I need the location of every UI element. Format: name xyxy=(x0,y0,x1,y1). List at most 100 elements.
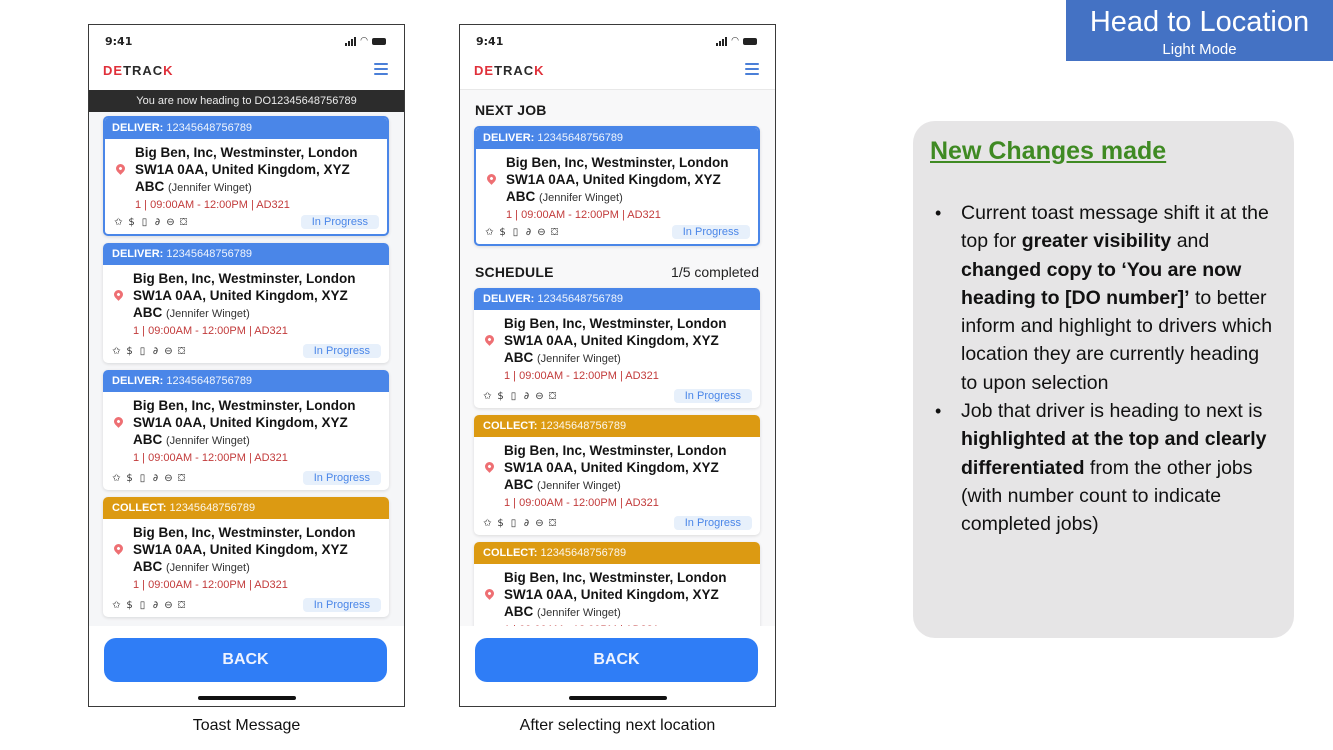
dollar-icon: $ xyxy=(126,346,133,357)
job-id: 12345648756789 xyxy=(166,122,253,134)
back-button[interactable]: BACK xyxy=(104,638,387,682)
package-icon: ⛋ xyxy=(177,600,186,611)
back-button[interactable]: BACK xyxy=(475,638,758,682)
detrack-logo: DETRACK xyxy=(474,63,545,78)
job-card-collect[interactable]: COLLECT: 12345648756789 Big Ben, Inc, Wes… xyxy=(474,415,760,535)
job-meta: 1 | 09:00AM - 12:00PM | AD321 xyxy=(133,579,288,591)
job-type-header: DELIVER: 12345648756789 xyxy=(476,128,758,149)
chat-icon: ⊖ xyxy=(166,217,175,228)
status-badge: In Progress xyxy=(671,225,750,239)
job-card-deliver[interactable]: DELIVER: 12345648756789 Big Ben, Inc, Wes… xyxy=(474,288,760,408)
location-pin-icon xyxy=(112,288,125,301)
wifi-icon: ◠ xyxy=(731,36,739,46)
job-icons: ✩ $ ▯ ∂ ⊖ ⛋ xyxy=(113,217,189,228)
caption-after-selecting: After selecting next location xyxy=(519,717,716,734)
job-id: 12345648756789 xyxy=(169,502,256,514)
status-badge: In Progress xyxy=(302,598,381,612)
battery-icon xyxy=(372,38,386,45)
job-icons: ✩ $ ▯ ∂ ⊖ ⛋ xyxy=(484,227,560,238)
job-list[interactable]: NEXT JOB SCHEDULE 1/5 completed DELIVER:… xyxy=(460,89,775,626)
battery-icon xyxy=(743,38,757,45)
job-icons: ✩ $ ▯ ∂ ⊖ ⛋ xyxy=(482,391,558,402)
job-card-deliver[interactable]: DELIVER: 12345648756789 Big Ben, Inc, Wes… xyxy=(103,243,389,363)
job-meta: 1 | 09:00AM - 12:00PM | AD321 xyxy=(135,199,290,211)
phone-icon: ▯ xyxy=(510,518,517,529)
package-icon: ⛋ xyxy=(179,217,188,228)
job-address: Big Ben, Inc, Westminster, London SW1A 0A… xyxy=(133,398,356,447)
job-type-label: COLLECT: xyxy=(483,547,541,559)
status-badge: In Progress xyxy=(673,389,752,403)
status-bar: 9:41 ◠ xyxy=(89,25,404,59)
location-pin-icon xyxy=(483,587,496,600)
job-contact: (Jennifer Winget) xyxy=(168,182,252,194)
pin-icon: ✩ xyxy=(112,346,121,357)
package-icon: ⛋ xyxy=(548,391,557,402)
job-card-collect[interactable]: COLLECT: 12345648756789 Big Ben, Inc, Wes… xyxy=(474,542,760,626)
changes-list: Current toast message shift it at the to… xyxy=(933,199,1278,539)
phone-icon: ▯ xyxy=(512,227,519,238)
job-meta: 1 | 09:00AM - 12:00PM | AD321 xyxy=(504,370,659,382)
location-pin-icon xyxy=(112,415,125,428)
job-list[interactable]: DELIVER: 12345648756789 Big Ben, Inc, Wes… xyxy=(89,112,404,626)
attachment-icon: ∂ xyxy=(152,473,159,484)
job-contact: (Jennifer Winget) xyxy=(166,562,250,574)
detrack-logo: DETRACK xyxy=(103,63,174,78)
pin-icon: ✩ xyxy=(114,217,123,228)
job-type-label: DELIVER: xyxy=(112,248,167,260)
job-meta: 1 | 09:00AM - 12:00PM | AD321 xyxy=(506,209,661,221)
caption-toast-message: Toast Message xyxy=(192,717,301,734)
job-type-header: DELIVER: 12345648756789 xyxy=(103,370,389,392)
job-meta: 1 | 09:00AM - 12:00PM | AD321 xyxy=(504,622,752,626)
job-address: Big Ben, Inc, Westminster, London SW1A 0A… xyxy=(135,145,358,194)
job-id: 12345648756789 xyxy=(537,293,624,305)
job-type-label: DELIVER: xyxy=(483,132,538,144)
dollar-icon: $ xyxy=(126,473,133,484)
job-card-deliver[interactable]: DELIVER: 12345648756789 Big Ben, Inc, Wes… xyxy=(474,126,760,246)
title-banner: Head to Location Light Mode xyxy=(1066,0,1333,61)
job-icons: ✩ $ ▯ ∂ ⊖ ⛋ xyxy=(482,518,558,529)
banner-subtitle: Light Mode xyxy=(1162,41,1237,58)
job-card-collect[interactable]: COLLECT: 12345648756789 Big Ben, Inc, Wes… xyxy=(103,497,389,617)
phone-toast-message: 9:41 ◠ DETRACK You are now heading to DO… xyxy=(88,24,405,707)
changes-panel: New Changes made Current toast message s… xyxy=(913,121,1294,638)
pin-icon: ✩ xyxy=(483,518,492,529)
schedule-title: SCHEDULE xyxy=(475,264,554,280)
hamburger-menu-icon[interactable] xyxy=(745,62,759,76)
phone-icon: ▯ xyxy=(139,600,146,611)
status-bar: 9:41 ◠ xyxy=(460,25,775,59)
status-time: 9:41 xyxy=(476,35,504,48)
job-id: 12345648756789 xyxy=(166,248,253,260)
job-icons: ✩ $ ▯ ∂ ⊖ ⛋ xyxy=(111,473,187,484)
location-pin-icon xyxy=(483,460,496,473)
chat-icon: ⊖ xyxy=(537,227,546,238)
dollar-icon: $ xyxy=(497,518,504,529)
phone-after-selecting: 9:41 ◠ DETRACK NEXT JOB SCHEDULE 1/5 com… xyxy=(459,24,776,707)
job-contact: (Jennifer Winget) xyxy=(537,353,621,365)
chat-icon: ⊖ xyxy=(535,391,544,402)
job-type-header: COLLECT: 12345648756789 xyxy=(474,542,760,564)
chat-icon: ⊖ xyxy=(164,473,173,484)
location-pin-icon xyxy=(112,542,125,555)
dollar-icon: $ xyxy=(497,391,504,402)
chat-icon: ⊖ xyxy=(164,600,173,611)
attachment-icon: ∂ xyxy=(154,217,161,228)
wifi-icon: ◠ xyxy=(360,36,368,46)
job-type-header: DELIVER: 12345648756789 xyxy=(105,118,387,139)
job-type-header: DELIVER: 12345648756789 xyxy=(103,243,389,265)
job-id: 12345648756789 xyxy=(540,547,627,559)
job-icons: ✩ $ ▯ ∂ ⊖ ⛋ xyxy=(111,600,187,611)
job-card-deliver[interactable]: DELIVER: 12345648756789 Big Ben, Inc, Wes… xyxy=(103,116,389,236)
hamburger-menu-icon[interactable] xyxy=(374,62,388,76)
phone-icon: ▯ xyxy=(510,391,517,402)
job-contact: (Jennifer Winget) xyxy=(537,607,621,619)
job-address: Big Ben, Inc, Westminster, London SW1A 0A… xyxy=(504,443,727,492)
status-badge: In Progress xyxy=(300,215,379,229)
job-card-deliver[interactable]: DELIVER: 12345648756789 Big Ben, Inc, Wes… xyxy=(103,370,389,490)
attachment-icon: ∂ xyxy=(523,518,530,529)
job-type-label: COLLECT: xyxy=(112,502,170,514)
signal-icon xyxy=(345,37,357,46)
dollar-icon: $ xyxy=(126,600,133,611)
job-id: 12345648756789 xyxy=(537,132,624,144)
phone-icon: ▯ xyxy=(139,473,146,484)
change-item: Current toast message shift it at the to… xyxy=(933,199,1278,397)
